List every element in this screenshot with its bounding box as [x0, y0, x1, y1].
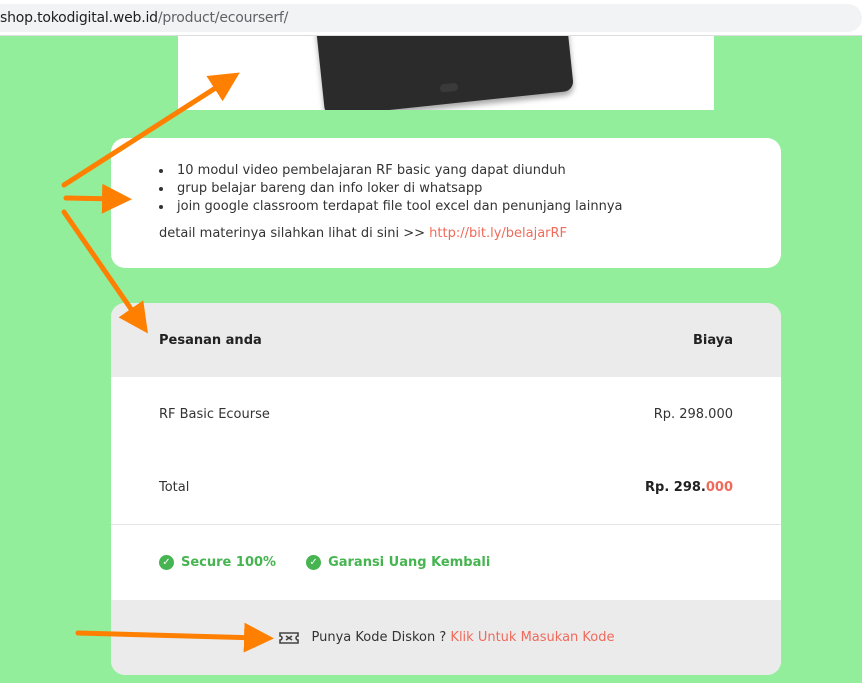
- detail-label: detail materinya silahkan lihat di sini …: [159, 226, 430, 241]
- url-host: shop.tokodigital.web.id: [0, 10, 158, 26]
- total-cents: 000: [705, 480, 733, 495]
- feature-list: 10 modul video pembelajaran RF basic yan…: [159, 162, 781, 216]
- total-label: Total: [159, 480, 190, 495]
- total-value: Rp. 298.000: [645, 480, 733, 495]
- item-name: RF Basic Ecourse: [159, 406, 270, 422]
- coupon-section: Punya Kode Diskon ? Klik Untuk Masukan K…: [111, 600, 781, 675]
- url-path: /product/ecourserf/: [157, 10, 289, 26]
- detail-text: detail materinya silahkan lihat di sini …: [159, 226, 781, 241]
- detail-link[interactable]: http://bit.ly/belajarRF: [429, 226, 567, 241]
- check-circle-icon: ✓: [159, 555, 174, 570]
- phone-image: [311, 36, 575, 110]
- order-header-cost: Biaya: [693, 332, 733, 348]
- total-main: Rp. 298.: [645, 480, 706, 495]
- browser-address-bar[interactable]: shop.tokodigital.web.id/product/ecourser…: [0, 0, 862, 36]
- order-header: Pesanan anda Biaya: [111, 303, 781, 377]
- secure-badge: ✓ Secure 100%: [159, 555, 276, 570]
- check-circle-icon: ✓: [306, 555, 322, 570]
- product-image: [178, 36, 714, 110]
- trust-badges: ✓ Secure 100% ✓ Garansi Uang Kembali: [111, 525, 781, 600]
- secure-label: Secure 100%: [181, 555, 277, 570]
- order-item-row: RF Basic Ecourse Rp. 298.000: [111, 377, 781, 451]
- feature-item: join google classroom terdapat file tool…: [159, 198, 781, 216]
- guarantee-label: Garansi Uang Kembali: [328, 555, 491, 570]
- feature-item: grup belajar bareng dan info loker di wh…: [159, 180, 781, 198]
- url-field[interactable]: shop.tokodigital.web.id/product/ecourser…: [0, 4, 862, 32]
- order-total-row: Total Rp. 298.000: [111, 451, 781, 525]
- feature-item: 10 modul video pembelajaran RF basic yan…: [159, 162, 781, 180]
- guarantee-badge: ✓ Garansi Uang Kembali: [306, 555, 490, 570]
- url-text[interactable]: shop.tokodigital.web.id/product/ecourser…: [0, 10, 288, 26]
- item-price: Rp. 298.000: [653, 406, 733, 422]
- order-header-label: Pesanan anda: [159, 332, 262, 348]
- coupon-ticket-icon: [278, 631, 299, 644]
- coupon-question: Punya Kode Diskon ?: [311, 630, 451, 645]
- order-summary-card: Pesanan anda Biaya RF Basic Ecourse Rp. …: [111, 303, 781, 675]
- product-description-card: 10 modul video pembelajaran RF basic yan…: [111, 138, 781, 268]
- coupon-text: Punya Kode Diskon ? Klik Untuk Masukan K…: [312, 630, 615, 645]
- coupon-link[interactable]: Klik Untuk Masukan Kode: [450, 630, 614, 645]
